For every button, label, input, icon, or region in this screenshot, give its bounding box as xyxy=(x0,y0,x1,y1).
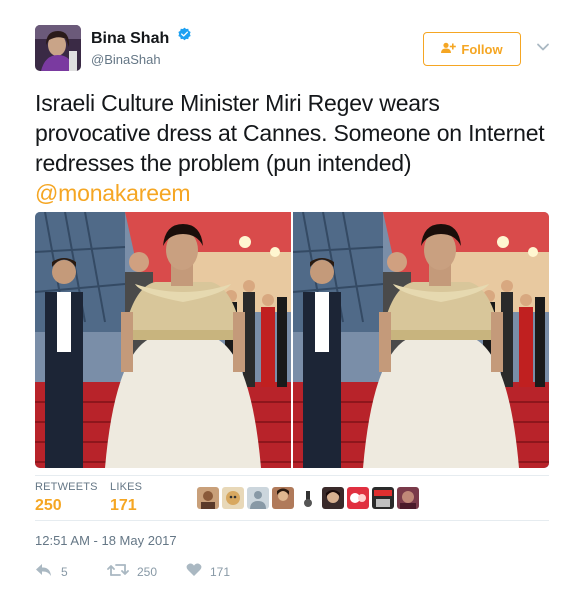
liker-avatar[interactable] xyxy=(297,487,319,509)
photo-original[interactable] xyxy=(35,212,291,468)
retweets-count: 250 xyxy=(35,497,62,514)
likes-label: LIKES xyxy=(110,481,143,493)
liker-avatar[interactable] xyxy=(372,487,394,509)
display-name[interactable]: Bina Shah xyxy=(91,27,192,48)
retweet-count: 250 xyxy=(137,564,158,579)
add-user-icon xyxy=(441,42,457,57)
retweets-label: RETWEETS xyxy=(35,481,98,493)
like-count: 171 xyxy=(210,564,231,579)
divider xyxy=(35,475,549,476)
liker-avatar[interactable] xyxy=(197,487,219,509)
follow-label: Follow xyxy=(461,41,503,57)
heart-icon xyxy=(186,563,202,580)
retweet-icon xyxy=(107,563,129,580)
retweet-button[interactable]: 250 xyxy=(107,563,157,580)
media-grid xyxy=(35,212,549,468)
user-handle[interactable]: @BinaShah xyxy=(91,52,161,67)
liker-avatar[interactable] xyxy=(347,487,369,509)
follow-button[interactable]: Follow xyxy=(423,32,521,66)
tweet-text: Israeli Culture Minister Miri Regev wear… xyxy=(35,88,545,208)
liker-avatar[interactable] xyxy=(322,487,344,509)
photo-edited[interactable] xyxy=(293,212,549,468)
tweet-actions: 5 250 171 xyxy=(35,563,335,583)
chevron-down-icon[interactable] xyxy=(536,40,550,54)
tweet-body: Israeli Culture Minister Miri Regev wear… xyxy=(35,90,545,176)
divider xyxy=(35,520,549,521)
reply-count: 5 xyxy=(61,564,68,579)
display-name-text[interactable]: Bina Shah xyxy=(91,30,169,47)
likes-stat[interactable]: LIKES 171 xyxy=(110,481,142,515)
tweet-card: Bina Shah @BinaShah Follow Israeli Cultu… xyxy=(0,0,583,600)
avatar[interactable] xyxy=(35,25,81,71)
liker-avatar[interactable] xyxy=(247,487,269,509)
likes-count: 171 xyxy=(110,497,137,514)
reply-icon xyxy=(35,563,53,580)
tweet-timestamp[interactable]: 12:51 AM - 18 May 2017 xyxy=(35,533,177,548)
like-button[interactable]: 171 xyxy=(186,563,230,580)
reply-button[interactable]: 5 xyxy=(35,563,68,580)
mention-link[interactable]: @monakareem xyxy=(35,180,191,206)
liker-avatars xyxy=(197,487,419,509)
liker-avatar[interactable] xyxy=(222,487,244,509)
liker-avatar[interactable] xyxy=(397,487,419,509)
liker-avatar[interactable] xyxy=(272,487,294,509)
retweets-stat[interactable]: RETWEETS 250 xyxy=(35,481,98,515)
verified-badge-icon xyxy=(177,27,192,47)
